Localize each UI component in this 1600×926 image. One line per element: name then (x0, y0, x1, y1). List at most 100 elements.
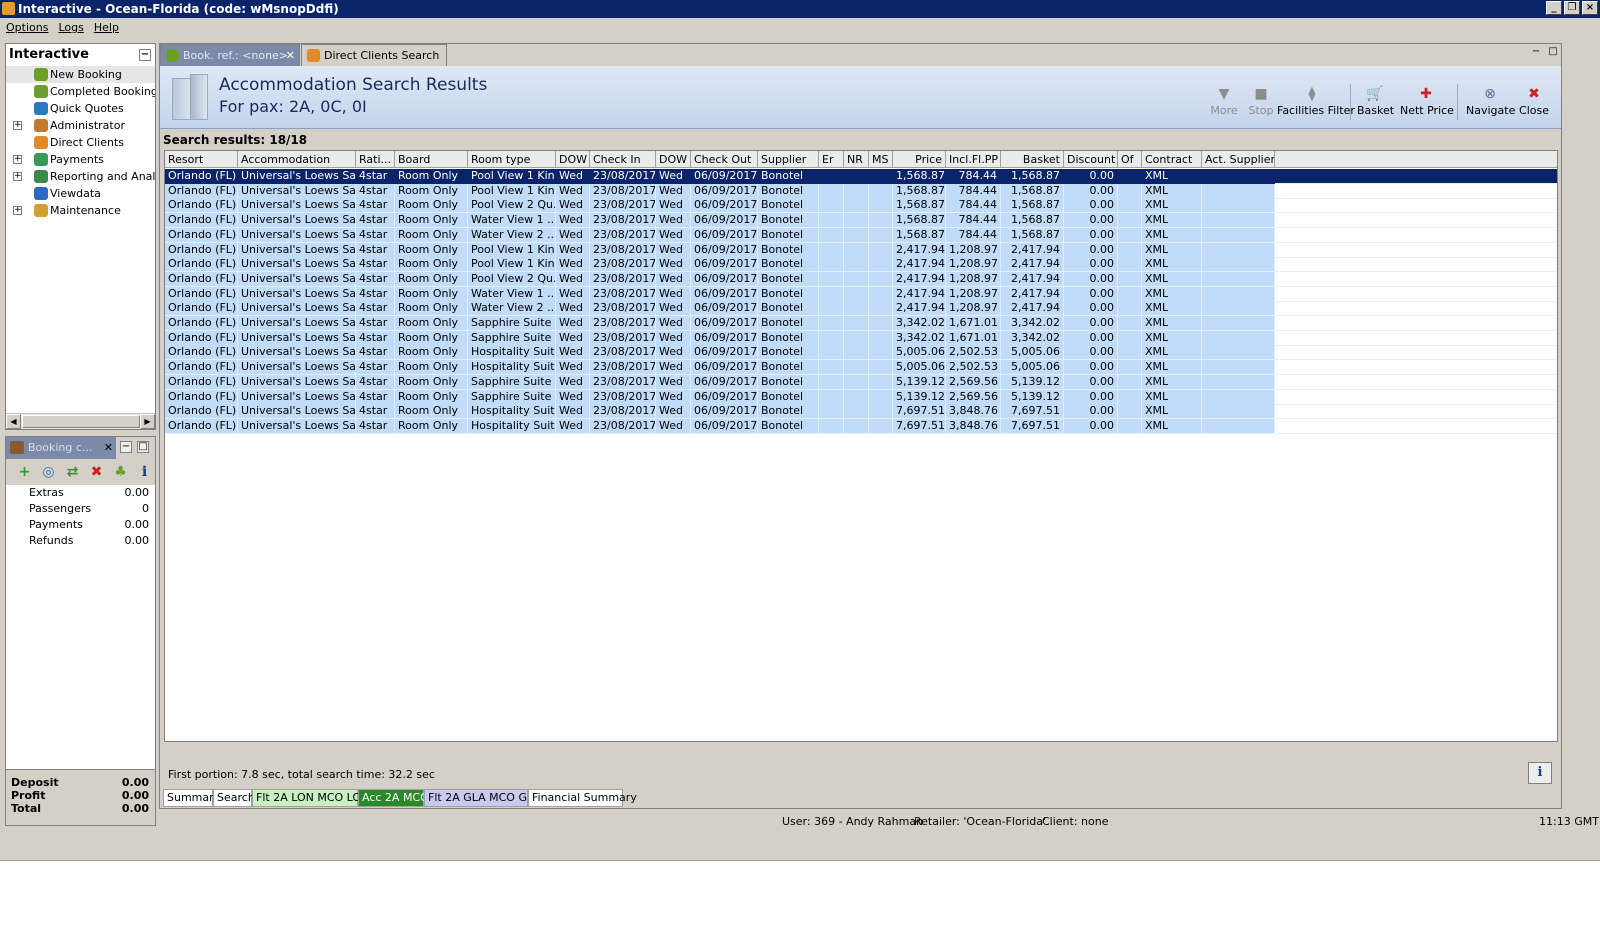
booking-tab[interactable]: Booking c... ✕ (6, 437, 116, 459)
bottom-tab[interactable]: Summary (163, 789, 220, 807)
refresh-globe-icon[interactable]: ◎ (40, 464, 57, 481)
close-button[interactable]: ✖ Close (1517, 84, 1551, 124)
column-header[interactable]: NR (844, 151, 869, 168)
menu-logs[interactable]: Logs (53, 18, 88, 38)
table-row[interactable]: Orlando (FL) Universal's Loews Sa... 4star… (165, 213, 1557, 229)
column-header[interactable]: Er (819, 151, 844, 168)
column-header[interactable]: Rati... (356, 151, 395, 168)
column-header[interactable]: Incl.Fl.PP (946, 151, 1001, 168)
column-header[interactable]: Discount (1064, 151, 1118, 168)
maximize-panel-icon[interactable]: □ (137, 441, 149, 453)
nav-item[interactable]: + Payments (6, 151, 155, 168)
nav-item[interactable]: + Reporting and Analytics (6, 168, 155, 185)
table-row[interactable]: Orlando (FL) Universal's Loews Sa... 4star… (165, 183, 1557, 199)
nav-item[interactable]: New Booking (6, 66, 155, 83)
column-header[interactable]: MS (869, 151, 893, 168)
bottom-tab[interactable]: Search (213, 789, 255, 807)
table-cell (819, 330, 844, 346)
nav-tree: New Booking Completed Bookings Quick Quote… (6, 66, 155, 219)
table-row[interactable]: Orlando (FL) Universal's Loews Sa... 4star… (165, 198, 1557, 214)
basket-button[interactable]: 🛒 Basket (1357, 84, 1394, 124)
nett-price-button[interactable]: ✚ Nett Price (1400, 84, 1454, 124)
column-header[interactable]: Contract (1142, 151, 1202, 168)
facilities-filter-button[interactable]: ⧫ Facilities Filter (1277, 84, 1355, 124)
column-header[interactable]: DOW (556, 151, 590, 168)
results-table: Resort Accommodation Rati... Board Room type… (164, 150, 1558, 742)
table-row[interactable]: Orlando (FL) Universal's Loews Sa... 4star… (165, 227, 1557, 243)
bottom-tab[interactable]: Flt 2A GLA MCO GLA (424, 789, 541, 807)
scroll-right-icon[interactable]: ▶ (140, 414, 155, 429)
column-header[interactable]: DOW (656, 151, 691, 168)
table-row[interactable]: Orlando (FL) Universal's Loews Sa... 4star… (165, 374, 1557, 390)
nav-item[interactable]: + Maintenance (6, 202, 155, 219)
delete-icon[interactable]: ✖ (88, 464, 105, 481)
table-row[interactable]: Orlando (FL) Universal's Loews Sa... 4star… (165, 345, 1557, 361)
column-header[interactable]: Check Out (691, 151, 758, 168)
palm-tree-icon[interactable]: ♣ (112, 464, 129, 481)
maximize-doc-icon[interactable]: □ (1547, 47, 1559, 59)
expand-icon[interactable]: + (13, 155, 22, 164)
column-header[interactable]: Room type (468, 151, 556, 168)
transfer-icon[interactable]: ⇄ (64, 464, 81, 481)
bottom-tab[interactable]: Acc 2A MCO (358, 789, 429, 807)
table-row[interactable]: Orlando (FL) Universal's Loews Sa... 4star… (165, 404, 1557, 420)
table-row[interactable]: Orlando (FL) Universal's Loews Sa... 4star… (165, 418, 1557, 434)
column-header[interactable]: Board (395, 151, 468, 168)
nav-item-label: Completed Bookings (50, 85, 155, 98)
info-icon[interactable]: i (136, 464, 153, 481)
column-header[interactable]: Accommodation (238, 151, 356, 168)
close-tab-icon[interactable]: ✕ (286, 45, 295, 67)
menu-options[interactable]: Options (1, 18, 53, 38)
table-cell: 1,568.87 (893, 198, 946, 214)
stop-button[interactable]: ■ Stop (1247, 84, 1275, 124)
tab-booking[interactable]: Book. ref.: <none> ✕ (160, 44, 300, 66)
scrollbar-thumb[interactable] (22, 415, 140, 428)
close-booking-tab-icon[interactable]: ✕ (104, 437, 113, 459)
minimize-panel-icon[interactable]: − (120, 441, 132, 453)
table-cell: 06/09/2017 (691, 418, 758, 434)
bottom-tab[interactable]: Flt 2A LON MCO LON (252, 789, 369, 807)
table-row[interactable]: Orlando (FL) Universal's Loews Sa... 4star… (165, 301, 1557, 317)
navigate-button[interactable]: ⊗ Navigate (1466, 84, 1515, 124)
column-header[interactable]: Check In (590, 151, 656, 168)
table-row[interactable]: Orlando (FL) Universal's Loews Sa... 4star… (165, 242, 1557, 258)
column-header[interactable]: Of (1118, 151, 1142, 168)
table-row[interactable]: Orlando (FL) Universal's Loews Sa... 4star… (165, 286, 1557, 302)
table-row[interactable]: Orlando (FL) Universal's Loews Sa... 4star… (165, 330, 1557, 346)
menu-help[interactable]: Help (89, 18, 124, 38)
bottom-tab[interactable]: Financial Summary (528, 789, 637, 807)
minimize-doc-icon[interactable]: − (1530, 47, 1542, 59)
table-row[interactable]: Orlando (FL) Universal's Loews Sa... 4star… (165, 316, 1557, 331)
expand-icon[interactable]: + (13, 206, 22, 215)
column-header[interactable]: Supplier (758, 151, 819, 168)
table-cell (819, 360, 844, 376)
column-header[interactable]: Price (893, 151, 946, 168)
table-row[interactable]: Orlando (FL) Universal's Loews Sa... 4star… (165, 169, 1557, 184)
restore-button[interactable]: ❐ (1564, 1, 1580, 15)
nav-item[interactable]: Quick Quotes (6, 100, 155, 117)
collapse-icon[interactable]: − (139, 49, 151, 61)
tab-direct-clients-search[interactable]: Direct Clients Search (301, 44, 447, 66)
nav-horizontal-scrollbar[interactable]: ◀ ▶ (6, 413, 155, 429)
table-cell (1118, 301, 1142, 317)
info-button[interactable]: i (1528, 762, 1552, 784)
scroll-left-icon[interactable]: ◀ (6, 414, 21, 429)
close-window-button[interactable]: × (1582, 1, 1598, 15)
more-button[interactable]: ▼ More (1210, 84, 1238, 124)
nav-item[interactable]: Completed Bookings (6, 83, 155, 100)
nav-item[interactable]: Direct Clients (6, 134, 155, 151)
minimize-button[interactable]: _ (1546, 1, 1562, 15)
table-row[interactable]: Orlando (FL) Universal's Loews Sa... 4star… (165, 389, 1557, 405)
column-header[interactable]: Resort (165, 151, 238, 168)
table-row[interactable]: Orlando (FL) Universal's Loews Sa... 4star… (165, 257, 1557, 273)
table-row[interactable]: Orlando (FL) Universal's Loews Sa... 4star… (165, 360, 1557, 376)
expand-icon[interactable]: + (13, 121, 22, 130)
column-header[interactable]: Act. Supplier (1202, 151, 1275, 168)
expand-icon[interactable]: + (13, 172, 22, 181)
table-row[interactable]: Orlando (FL) Universal's Loews Sa... 4star… (165, 271, 1557, 287)
add-icon[interactable]: + (16, 464, 33, 481)
nav-item[interactable]: + Administrator (6, 117, 155, 134)
nav-item[interactable]: Viewdata (6, 185, 155, 202)
table-cell: 06/09/2017 (691, 316, 758, 331)
column-header[interactable]: Basket (1001, 151, 1064, 168)
